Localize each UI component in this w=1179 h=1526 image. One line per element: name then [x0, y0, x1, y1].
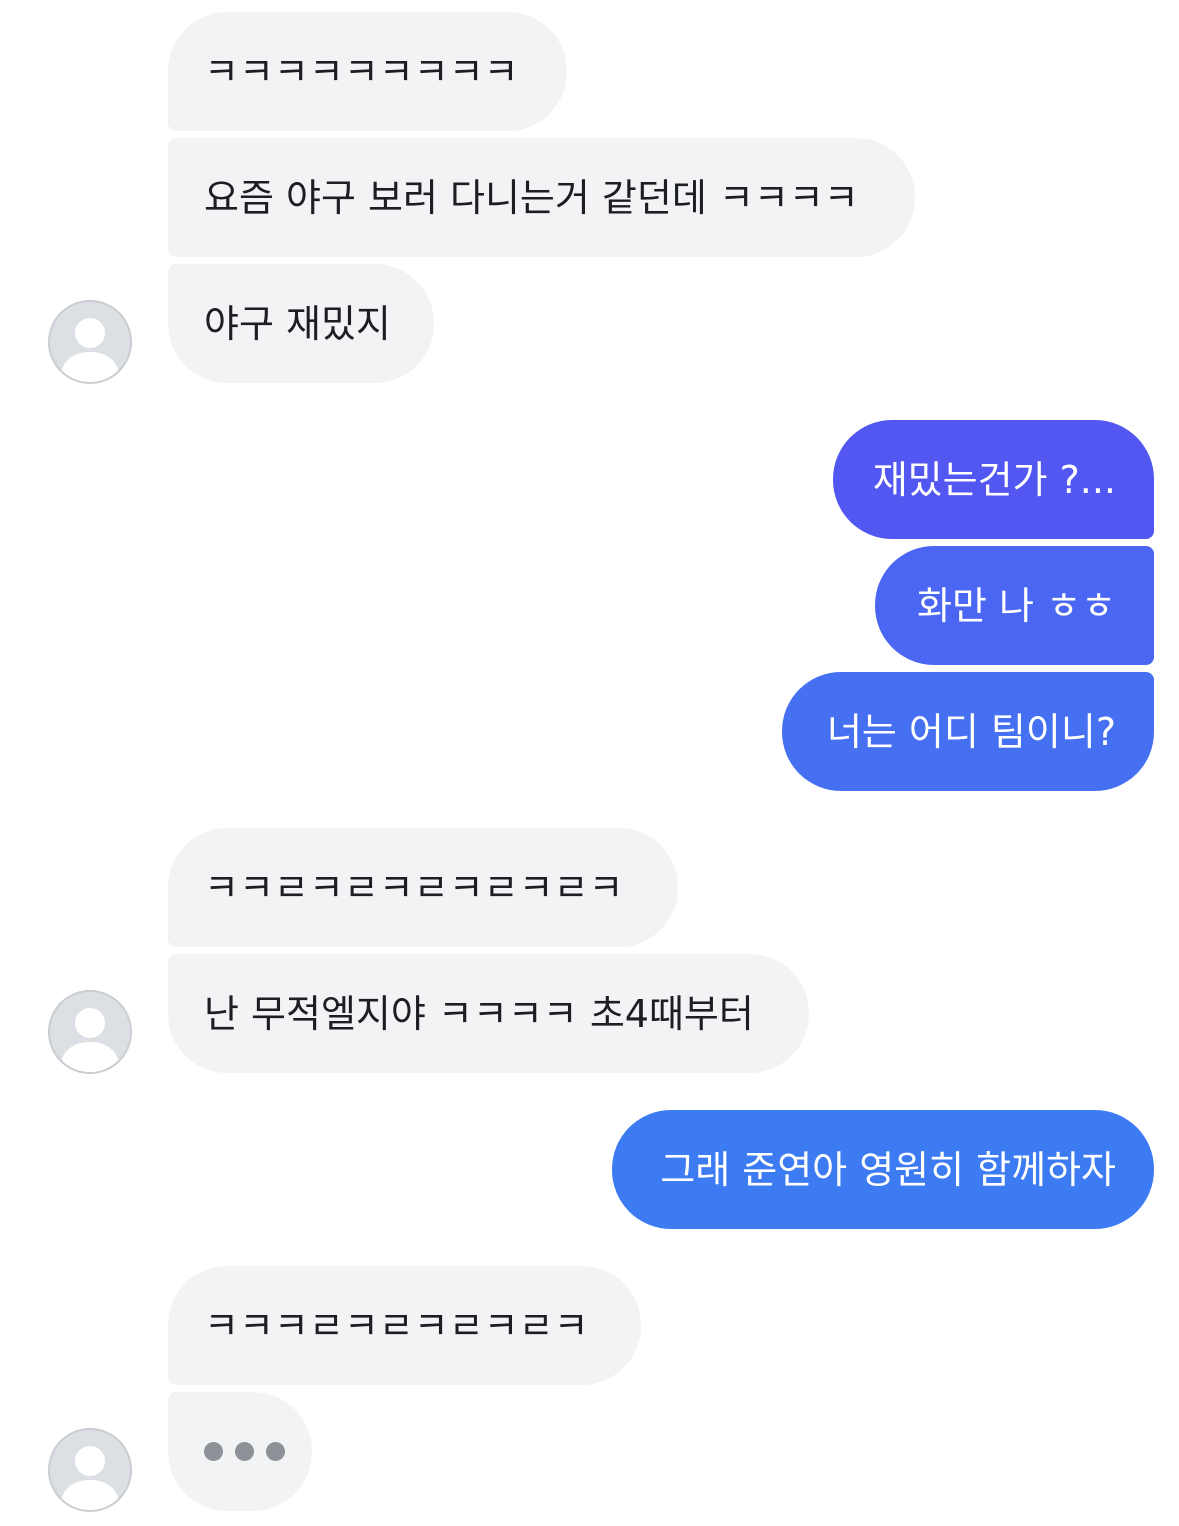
- outgoing-message-bubble[interactable]: 너는 어디 팀이니?: [782, 672, 1154, 791]
- message-text: 난 무적엘지야 ㅋㅋㅋㅋ 초4때부터: [204, 991, 754, 1036]
- message-text: ㅋㅋㄹㅋㄹㅋㄹㅋㄹㅋㄹㅋ: [204, 865, 624, 910]
- outgoing-message-bubble[interactable]: 재밌는건가 ?...: [833, 420, 1154, 539]
- typing-indicator-bubble: [168, 1392, 312, 1511]
- incoming-message-bubble[interactable]: 야구 재밌지: [168, 264, 434, 383]
- message-text: 너는 어디 팀이니?: [826, 709, 1116, 754]
- contact-avatar[interactable]: [48, 1428, 132, 1512]
- default-profile-avatar-icon: [50, 992, 130, 1072]
- typing-dot: [204, 1442, 223, 1461]
- message-text: ㅋㅋㅋㄹㅋㄹㅋㄹㅋㄹㅋ: [204, 1303, 589, 1348]
- incoming-message-bubble[interactable]: ㅋㅋㄹㅋㄹㅋㄹㅋㄹㅋㄹㅋ: [168, 828, 678, 947]
- message-text: 요즘 야구 보러 다니는거 같던데 ㅋㅋㅋㅋ: [204, 175, 859, 220]
- message-text: ㅋㅋㅋㅋㅋㅋㅋㅋㅋ: [204, 49, 519, 94]
- typing-dot: [235, 1442, 254, 1461]
- incoming-message-bubble[interactable]: 난 무적엘지야 ㅋㅋㅋㅋ 초4때부터: [168, 954, 809, 1073]
- outgoing-message-bubble[interactable]: 화만 나 ㅎㅎ: [875, 546, 1154, 665]
- incoming-message-bubble[interactable]: ㅋㅋㅋㅋㅋㅋㅋㅋㅋ: [168, 12, 567, 131]
- incoming-message-bubble[interactable]: ㅋㅋㅋㄹㅋㄹㅋㄹㅋㄹㅋ: [168, 1266, 641, 1385]
- contact-avatar[interactable]: [48, 300, 132, 384]
- default-profile-avatar-icon: [50, 1430, 130, 1510]
- message-text: 그래 준연아 영원히 함께하자: [660, 1147, 1116, 1192]
- outgoing-message-bubble[interactable]: 그래 준연아 영원히 함께하자: [612, 1110, 1154, 1229]
- incoming-message-bubble[interactable]: 요즘 야구 보러 다니는거 같던데 ㅋㅋㅋㅋ: [168, 138, 915, 257]
- message-text: 재밌는건가 ?...: [872, 457, 1116, 502]
- default-profile-avatar-icon: [50, 302, 130, 382]
- message-text: 화만 나 ㅎㅎ: [917, 583, 1116, 628]
- message-text: 야구 재밌지: [204, 301, 391, 346]
- contact-avatar[interactable]: [48, 990, 132, 1074]
- typing-dot: [266, 1442, 285, 1461]
